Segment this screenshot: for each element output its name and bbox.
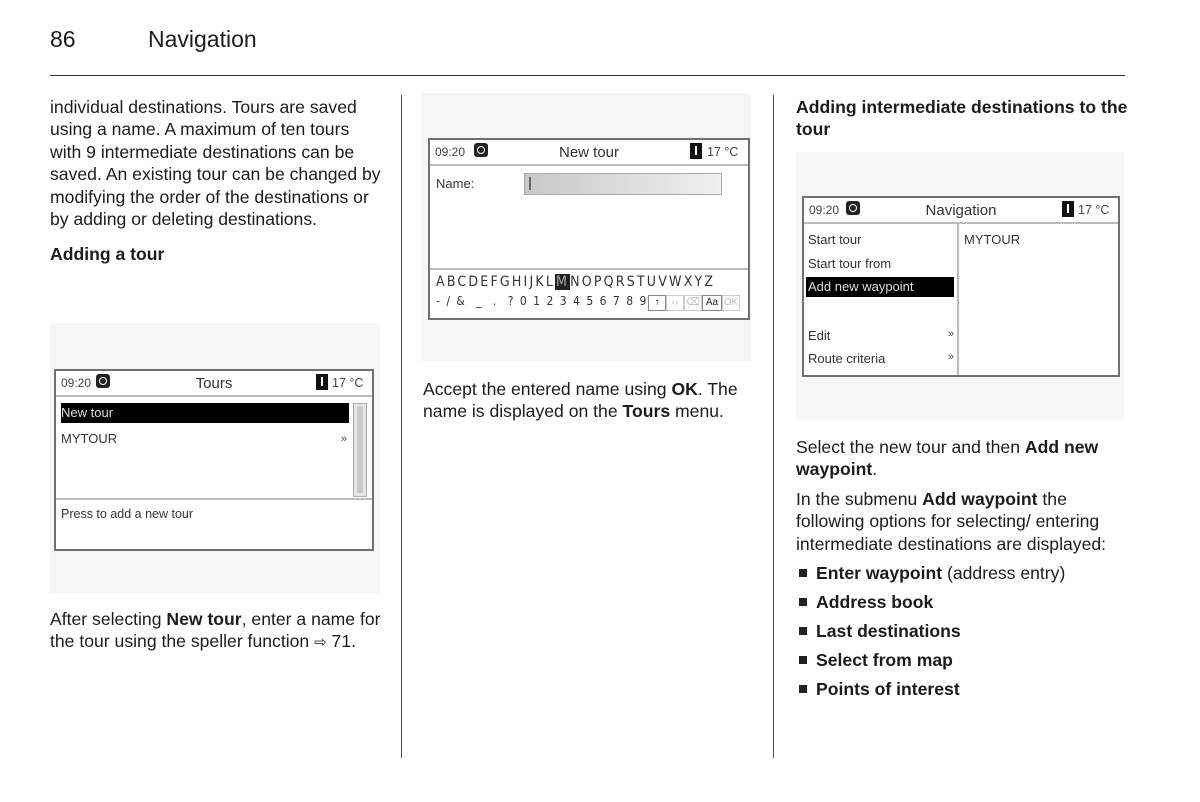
tour-name[interactable]: MYTOUR — [964, 232, 1020, 247]
caption-text: After selecting — [50, 609, 167, 629]
menu-item-label: Route criteria — [808, 351, 886, 366]
text: In the submenu — [796, 488, 923, 509]
menu-item-label: Edit — [808, 328, 831, 343]
caption-bold: New tour — [166, 609, 242, 629]
heading-intermediate: Adding intermediate destinations to the … — [796, 97, 1128, 140]
hint-text: Press to add a new tour — [61, 507, 194, 521]
thermometer-icon — [316, 374, 328, 390]
divider — [56, 498, 372, 500]
caption-bold: Tours — [622, 401, 671, 422]
column-3-heading: Adding intermediate destinations to the … — [796, 96, 1131, 141]
bold-text: Address book — [816, 591, 934, 612]
chevron-right-icon: » — [947, 328, 954, 340]
text: . — [872, 459, 878, 480]
backspace-button[interactable]: ⌫ — [684, 295, 702, 311]
ok-button[interactable]: OK — [722, 295, 740, 311]
thermometer-icon — [1062, 201, 1074, 217]
text: (address entry) — [942, 562, 1066, 583]
keys[interactable]: NOPQRSTUVWXYZ — [570, 274, 715, 290]
paragraph-select: Select the new tour and then Add new way… — [796, 436, 1131, 481]
navigation-screen: 09:20 Navigation 17 °C Start tour Start … — [802, 196, 1120, 377]
column-3-body: Select the new tour and then Add new way… — [796, 436, 1131, 700]
temperature: 17 °C — [332, 376, 364, 390]
caption-bold: OK — [671, 379, 698, 399]
bold-text: Enter waypoint — [816, 562, 943, 583]
page-reference[interactable]: 71. — [327, 631, 356, 651]
list-item: Enter waypoint (address entry) — [796, 562, 1131, 584]
menu-item-start-tour-from[interactable]: Start tour from — [808, 256, 891, 271]
list-item: Select from map — [796, 649, 1131, 671]
caption-text: menu. — [670, 401, 724, 422]
status-bar: 09:20 New tour 17 °C — [430, 140, 748, 166]
arrow-right-icon: ⇨ — [314, 634, 327, 652]
keyboard-letters[interactable]: ABCDEFGHIJKLMNOPQRSTUVWXYZ — [436, 274, 715, 290]
temperature: 17 °C — [1078, 203, 1110, 217]
temperature: 17 °C — [707, 145, 739, 159]
caption-new-tour: After selecting New tour, enter a name f… — [50, 608, 385, 655]
tours-screen: 09:20 Tours 17 °C New tour MYTOUR » Pres… — [54, 369, 374, 551]
chevron-right-icon: » — [947, 351, 954, 363]
menu-item-start-tour[interactable]: Start tour — [808, 232, 861, 247]
column-1: individual destinations. Tours are saved… — [50, 96, 385, 266]
keyboard-symbols[interactable]: - / & _ . ? 0 1 2 3 4 5 6 7 8 9 — [436, 294, 648, 308]
column-divider — [773, 95, 774, 758]
bold-text: Select from map — [816, 649, 953, 670]
thermometer-icon — [690, 143, 702, 159]
name-label: Name: — [436, 176, 475, 191]
scrollbar[interactable] — [353, 403, 367, 497]
chevron-right-icon: » — [340, 433, 347, 445]
menu-item-new-tour[interactable]: New tour — [61, 403, 349, 423]
bold-text: Points of interest — [816, 678, 960, 699]
heading-adding-tour: Adding a tour — [50, 244, 165, 265]
caption-text: Accept the entered name using — [423, 379, 672, 399]
menu-item-label: New tour — [61, 405, 114, 420]
menu-item-edit[interactable]: Edit » — [808, 328, 954, 343]
intro-paragraph: individual destinations. Tours are saved… — [50, 97, 381, 230]
page-number: 86 — [50, 26, 76, 52]
divider — [430, 268, 748, 270]
name-input[interactable] — [524, 173, 722, 195]
header-divider — [50, 75, 1125, 76]
scrollbar-thumb[interactable] — [357, 406, 363, 493]
list-item: Last destinations — [796, 620, 1131, 642]
cursor-button[interactable]: ‹› — [666, 295, 684, 311]
caption-accept: Accept the entered name using OK. The na… — [423, 378, 758, 423]
text-cursor — [529, 177, 531, 190]
keys[interactable]: ABCDEFGHIJKL — [436, 274, 555, 290]
options-list: Enter waypoint (address entry) Address b… — [796, 562, 1131, 700]
key-selected[interactable]: M — [555, 274, 571, 290]
column-divider — [401, 95, 402, 758]
menu-item-mytour[interactable]: MYTOUR » — [61, 429, 349, 449]
text: Select the new tour and then — [796, 437, 1025, 457]
status-bar: 09:20 Navigation 17 °C — [804, 198, 1118, 224]
status-bar: 09:20 Tours 17 °C — [56, 371, 372, 397]
menu-item-route-criteria[interactable]: Route criteria » — [808, 351, 954, 366]
panel-divider — [957, 224, 959, 375]
shift-button[interactable]: ↑ — [648, 295, 666, 311]
bold-text: Add waypoint — [922, 488, 1038, 509]
section-title: Navigation — [148, 26, 257, 52]
bold-text: Last destinations — [816, 620, 961, 641]
menu-item-label: MYTOUR — [61, 431, 118, 446]
case-toggle-button[interactable]: Aa — [702, 295, 722, 311]
new-tour-screen: 09:20 New tour 17 °C Name: ABCDEFGHIJKLM… — [428, 138, 750, 320]
list-item: Points of interest — [796, 678, 1131, 700]
keyboard-controls: ↑ ‹› ⌫ Aa OK — [648, 295, 740, 311]
paragraph-submenu: In the submenu Add waypoint the followin… — [796, 488, 1131, 555]
list-item: Address book — [796, 591, 1131, 613]
menu-item-add-new-waypoint[interactable]: Add new waypoint — [806, 277, 954, 297]
